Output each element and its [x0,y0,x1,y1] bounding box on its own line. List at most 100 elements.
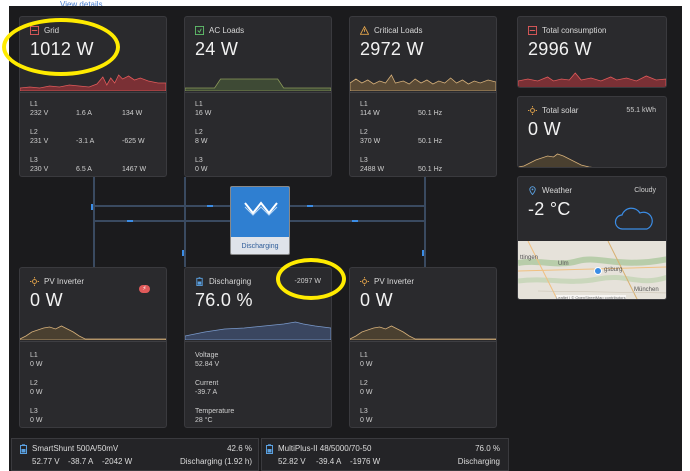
weather-card[interactable]: Weather Cloudy -2 °C ttingen Ulm gsburg … [517,176,667,300]
multiplus-name: MultiPlus-II 48/5000/70-50 [278,444,372,453]
smartshunt-status[interactable]: SmartShunt 500A/50mV 42.6 % 52.77 V -38.… [11,438,259,471]
bus-line [184,177,186,267]
battery-soc: 76.0 % [195,290,253,310]
bus-line [424,177,426,267]
battery-card[interactable]: Discharging -2097 W 76.0 % Voltage 52.84 … [184,267,332,428]
battery-icon [266,444,273,454]
pv-inverter-title: PV Inverter [44,277,85,286]
pv-inverter-card[interactable]: PV Inverter ⚡ 0 W L1 0 W L2 0 W L3 0 W [19,267,167,428]
battery-current-row: Current -39.7 A [195,380,219,396]
pv-inverter-value: 0 W [360,290,393,310]
pv-inverter-value: 0 W [30,290,63,310]
sun-icon [528,106,537,115]
grid-title: Grid [44,26,60,35]
multiplus-voltage: 52.82 V [278,457,306,466]
total-solar-title: Total solar [542,106,579,115]
flow-dot [182,250,184,256]
victron-logo-icon [244,201,278,216]
grid-value: 1012 W [30,39,94,59]
battery-title: Discharging [209,277,252,286]
flow-dot [207,205,213,207]
flow-dot [307,205,313,207]
ac-phase-row: L1 16 W [195,101,212,117]
critical-loads-sparkline [350,74,496,91]
critical-loads-card[interactable]: Critical Loads 2972 W L1 114 W 50.1 Hz L2 3… [349,16,497,177]
pv-phase-row: L2 0 W [30,380,43,396]
grid-icon [30,26,39,35]
multiplus-state: Discharging [457,457,500,466]
total-consumption-title: Total consumption [542,26,607,35]
ac-loads-card[interactable]: AC Loads 24 W L1 16 W L2 8 W L3 0 W [184,16,332,177]
multiplus-power: -1976 W [350,457,381,466]
pv-inverter-card[interactable]: PV Inverter 0 W L1 0 W L2 0 W L3 0 W [349,267,497,428]
weather-map[interactable]: ttingen Ulm gsburg München Leaflet | © O… [518,241,666,299]
multiplus-status[interactable]: MultiPlus-II 48/5000/70-50 76.0 % 52.82 … [261,438,509,471]
weather-temp: -2 °C [528,199,571,219]
dashboard: Grid 1012 W L1 232 V 1.6 A 134 W L2 231 V-… [9,6,682,471]
cloud-icon [614,207,653,230]
map-label: ttingen [520,255,539,261]
pv-sparkline [20,325,166,340]
map-label: München [634,287,659,293]
inverter-status: Discharging [241,243,279,250]
total-solar-energy: 55.1 kWh [626,107,656,114]
warning-icon [360,26,369,35]
inverter-device[interactable]: Discharging [230,186,290,255]
pv-inverter-title: PV Inverter [374,277,415,286]
pv-phase-row: L3 0 W [30,408,43,424]
grid-sparkline [20,74,166,91]
alert-badge-icon[interactable]: ⚡ [139,285,150,293]
weather-title: Weather [542,186,573,195]
ac-loads-sparkline [185,78,331,91]
smartshunt-current: -38.7 A [68,457,94,466]
bus-line [93,177,95,267]
flow-dot [352,220,358,222]
critical-loads-value: 2972 W [360,39,424,59]
pv-phase-row: L2 0 W [360,380,373,396]
smartshunt-soc: 42.6 % [227,444,252,453]
ac-loads-title: AC Loads [209,26,245,35]
map-label: gsburg [604,267,623,273]
total-solar-value: 0 W [528,119,561,139]
critical-loads-title: Critical Loads [374,26,423,35]
location-icon [529,186,536,195]
ac-loads-value: 24 W [195,39,239,59]
smartshunt-power: -2042 W [102,457,133,466]
battery-icon [20,444,27,454]
solar-sparkline [518,153,593,167]
grid-phase-row: L1 232 V 1.6 A 134 W [30,101,143,117]
ac-phase-row: L3 0 W [195,157,208,173]
map-attribution[interactable]: Leaflet | © OpenStreetMap contributors [556,295,626,299]
battery-icon [196,277,203,286]
ac-phase-row: L2 8 W [195,129,208,145]
pv-phase-row: L1 0 W [360,352,373,368]
pv-sparkline [350,325,496,340]
sun-icon [360,277,369,286]
multiplus-current: -39.4 A [316,457,342,466]
smartshunt-state: Discharging (1.92 h) [179,457,252,466]
multiplus-soc: 76.0 % [475,444,500,453]
critical-phase-row: L1 114 W 50.1 Hz [360,101,443,117]
total-consumption-value: 2996 W [528,39,592,59]
smartshunt-voltage: 52.77 V [32,457,60,466]
total-solar-card[interactable]: Total solar 55.1 kWh 0 W [517,96,667,168]
total-consumption-card[interactable]: Total consumption 2996 W [517,16,667,88]
flow-dot [91,204,93,210]
battery-sparkline [185,321,331,340]
map-marker[interactable] [594,267,602,275]
pv-phase-row: L3 0 W [360,408,373,424]
flow-dot [422,250,424,256]
map-label: Ulm [558,261,569,267]
grid-card[interactable]: Grid 1012 W L1 232 V 1.6 A 134 W L2 231 V-… [19,16,167,177]
critical-phase-row: L2 370 W 50.1 Hz [360,129,443,145]
consumption-sparkline [518,72,666,87]
battery-voltage-row: Voltage 52.84 V [195,352,220,368]
pv-phase-row: L1 0 W [30,352,43,368]
grid-phase-row: L2 231 V -3.1 A -625 W [30,129,145,145]
flow-dot [127,220,133,222]
grid-phase-row: L3 230 V 6.5 A 1467 W [30,157,147,173]
sun-icon [30,277,39,286]
smartshunt-name: SmartShunt 500A/50mV [32,444,119,453]
consumption-icon [528,26,537,35]
critical-phase-row: L3 2488 W 50.1 Hz [360,157,443,173]
